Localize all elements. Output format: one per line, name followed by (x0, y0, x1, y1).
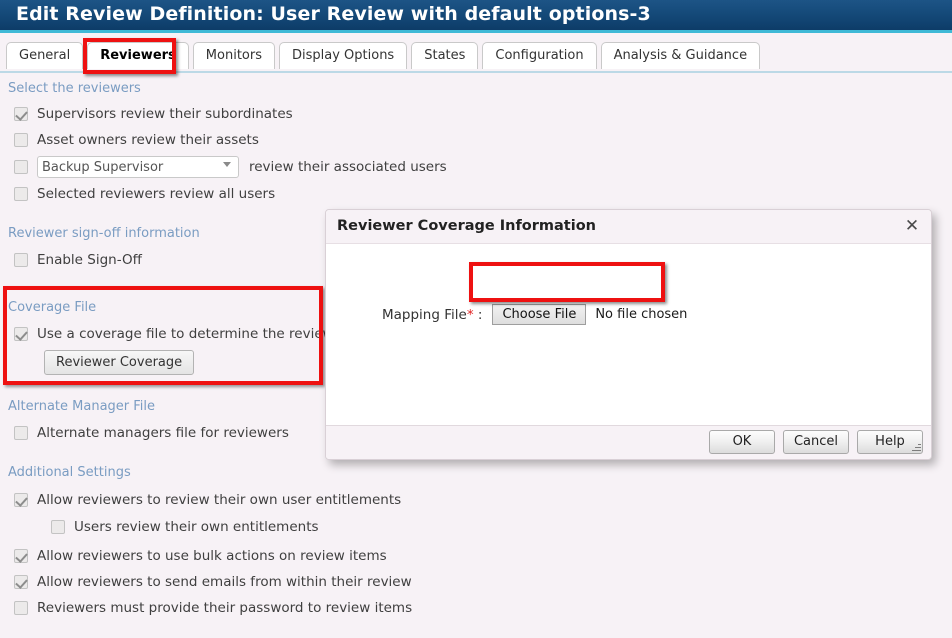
tab-display-options[interactable]: Display Options (279, 42, 407, 69)
choose-file-button[interactable]: Choose File (492, 304, 586, 325)
cancel-button[interactable]: Cancel (783, 430, 849, 454)
option-selected-reviewers-all-users[interactable]: Selected reviewers review all users (14, 186, 275, 202)
resize-grip-icon[interactable] (911, 442, 921, 452)
option-allow-own-entitlements[interactable]: Allow reviewers to review their own user… (14, 492, 401, 508)
section-select-reviewers-title: Select the reviewers (8, 81, 141, 96)
use-coverage-file-label: Use a coverage file to determine the rev… (37, 326, 355, 342)
allow-own-entitlements-label: Allow reviewers to review their own user… (37, 492, 401, 508)
option-use-coverage-file[interactable]: Use a coverage file to determine the rev… (14, 326, 355, 342)
option-bulk-actions[interactable]: Allow reviewers to use bulk actions on r… (14, 548, 387, 564)
supervisors-review-subordinates-label: Supervisors review their subordinates (37, 106, 293, 122)
bulk-actions-label: Allow reviewers to use bulk actions on r… (37, 548, 387, 564)
users-review-own-entitlements-label: Users review their own entitlements (74, 519, 319, 535)
mapping-file-colon: : (478, 307, 483, 323)
tab-strip-baseline (0, 71, 952, 73)
app-root: Edit Review Definition: User Review with… (0, 0, 952, 638)
close-icon[interactable]: ✕ (902, 216, 922, 236)
use-coverage-file-checkbox[interactable] (14, 327, 28, 341)
tab-strip: General Reviewers Monitors Display Optio… (0, 36, 952, 72)
supervisors-review-subordinates-checkbox[interactable] (14, 107, 28, 121)
associated-users-label: review their associated users (249, 159, 447, 175)
tab-analysis-guidance[interactable]: Analysis & Guidance (601, 42, 761, 69)
mapping-file-label: Mapping File* : (382, 307, 482, 323)
tab-states[interactable]: States (411, 42, 478, 69)
alternate-managers-file-checkbox[interactable] (14, 426, 28, 440)
dialog-title-text: Reviewer Coverage Information (337, 218, 596, 234)
bulk-actions-checkbox[interactable] (14, 549, 28, 563)
reviewer-coverage-dialog: Reviewer Coverage Information ✕ Mapping … (325, 209, 932, 460)
asset-owners-review-assets-label: Asset owners review their assets (37, 132, 259, 148)
backup-supervisor-dropdown-wrap[interactable]: Backup Supervisor (37, 156, 239, 178)
backup-supervisor-checkbox[interactable] (14, 160, 28, 174)
reviewer-coverage-button[interactable]: Reviewer Coverage (44, 350, 194, 375)
tab-reviewers[interactable]: Reviewers (87, 42, 189, 69)
required-asterisk: * (467, 307, 474, 323)
enable-signoff-checkbox[interactable] (14, 253, 28, 267)
section-signoff-title: Reviewer sign-off information (8, 226, 200, 241)
option-users-review-own-entitlements[interactable]: Users review their own entitlements (51, 519, 319, 535)
section-additional-settings-title: Additional Settings (8, 465, 131, 480)
selected-reviewers-all-users-checkbox[interactable] (14, 187, 28, 201)
ok-button[interactable]: OK (709, 430, 775, 454)
alternate-managers-file-label: Alternate managers file for reviewers (37, 425, 289, 441)
mapping-file-input[interactable]: Choose File No file chosen (492, 304, 687, 325)
asset-owners-review-assets-checkbox[interactable] (14, 133, 28, 147)
page-title: Edit Review Definition: User Review with… (16, 3, 651, 25)
option-enable-signoff[interactable]: Enable Sign-Off (14, 252, 142, 268)
option-asset-owners-review-assets[interactable]: Asset owners review their assets (14, 132, 259, 148)
allow-own-entitlements-checkbox[interactable] (14, 493, 28, 507)
require-password-checkbox[interactable] (14, 601, 28, 615)
option-send-emails[interactable]: Allow reviewers to send emails from with… (14, 574, 412, 590)
mapping-file-row: Mapping File* : Choose File No file chos… (382, 304, 687, 325)
app-header: Edit Review Definition: User Review with… (0, 0, 952, 33)
option-backup-supervisor-row[interactable]: Backup Supervisor review their associate… (14, 156, 447, 178)
selected-reviewers-all-users-label: Selected reviewers review all users (37, 186, 275, 202)
no-file-chosen-text: No file chosen (595, 307, 687, 322)
tab-general[interactable]: General (6, 42, 83, 69)
dialog-body: Mapping File* : Choose File No file chos… (326, 244, 931, 425)
dialog-title-bar: Reviewer Coverage Information ✕ (326, 210, 931, 244)
section-alternate-manager-file-title: Alternate Manager File (8, 399, 155, 414)
tab-configuration[interactable]: Configuration (482, 42, 596, 69)
help-button-label: Help (875, 434, 905, 449)
mapping-file-label-text: Mapping File (382, 307, 467, 323)
send-emails-label: Allow reviewers to send emails from with… (37, 574, 412, 590)
help-button[interactable]: Help (857, 430, 923, 454)
dialog-footer: OK Cancel Help (326, 425, 931, 459)
section-coverage-file-title: Coverage File (8, 300, 96, 315)
option-supervisors-review-subordinates[interactable]: Supervisors review their subordinates (14, 106, 293, 122)
enable-signoff-label: Enable Sign-Off (37, 252, 142, 268)
option-alternate-managers-file[interactable]: Alternate managers file for reviewers (14, 425, 289, 441)
tab-monitors[interactable]: Monitors (193, 42, 275, 69)
users-review-own-entitlements-checkbox[interactable] (51, 520, 65, 534)
option-require-password[interactable]: Reviewers must provide their password to… (14, 600, 412, 616)
require-password-label: Reviewers must provide their password to… (37, 600, 412, 616)
backup-supervisor-select[interactable]: Backup Supervisor (37, 156, 239, 178)
send-emails-checkbox[interactable] (14, 575, 28, 589)
